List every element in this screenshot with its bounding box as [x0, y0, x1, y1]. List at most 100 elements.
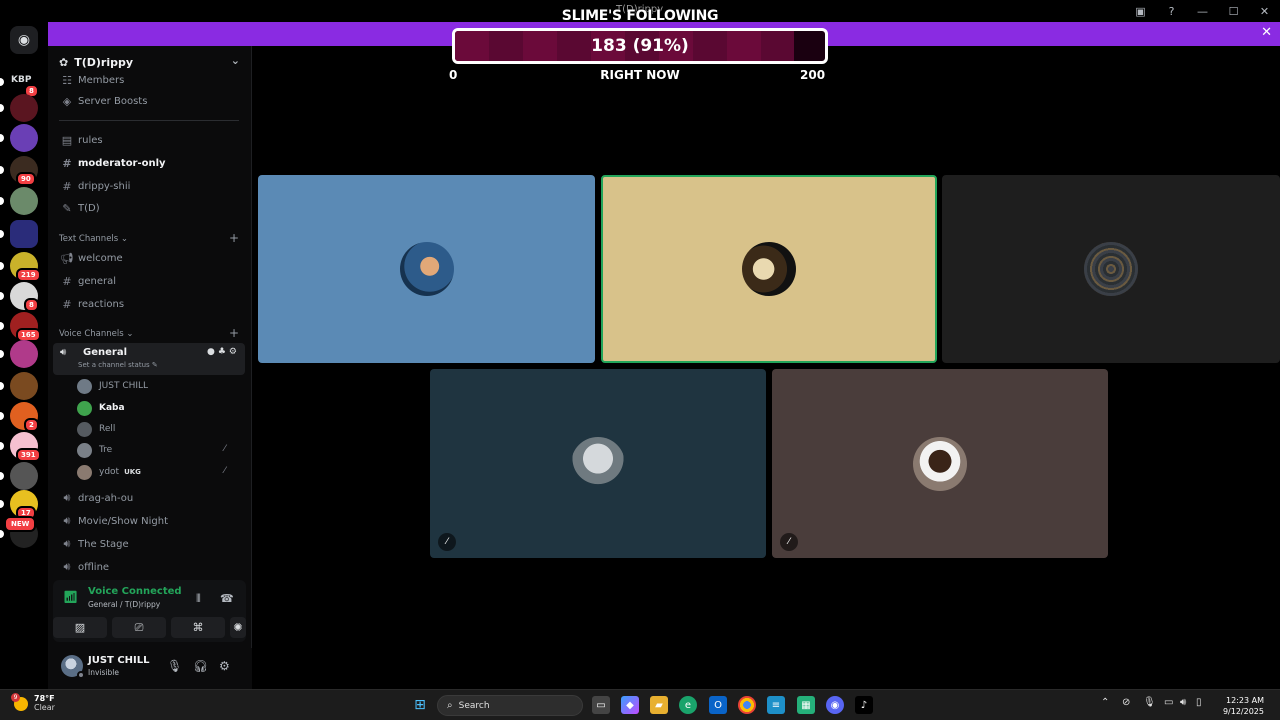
- system-clock[interactable]: 12:23 AM 9/12/2025: [1214, 695, 1264, 717]
- tiktok-icon[interactable]: ♪: [855, 696, 873, 714]
- gear-icon[interactable]: ⚙: [229, 347, 240, 357]
- edge-icon[interactable]: e: [679, 696, 697, 714]
- app-icon[interactable]: ▦: [797, 696, 815, 714]
- disconnect-icon[interactable]: ☎: [220, 592, 234, 605]
- server-badge: 219: [16, 268, 41, 282]
- discord-home-icon[interactable]: ◉: [10, 26, 38, 54]
- activities-button[interactable]: ⌘: [171, 617, 225, 638]
- unread-indicator: [0, 500, 4, 508]
- channel-rules[interactable]: ▤ rules: [53, 130, 245, 150]
- speaker-icon: 🔊︎: [63, 537, 71, 550]
- banner-close-icon[interactable]: ✕: [1261, 25, 1272, 40]
- avatar: [77, 400, 92, 416]
- inbox-icon[interactable]: ▣: [1125, 2, 1156, 20]
- chevron-down-icon[interactable]: ⌄: [231, 54, 240, 67]
- tile-user-5[interactable]: ⁄: [772, 369, 1108, 558]
- member-name: Tre: [99, 445, 113, 455]
- voice-member[interactable]: Kaba: [77, 398, 125, 418]
- channel-welcome[interactable]: 📢︎ welcome: [53, 248, 245, 268]
- sidebar-item-members[interactable]: ☷ Members: [53, 70, 245, 90]
- channel-moderator-only[interactable]: # moderator-only: [53, 153, 245, 173]
- server-icon[interactable]: [10, 94, 38, 122]
- voice-connected-subtitle[interactable]: General / T(D)rippy: [88, 600, 160, 609]
- battery-icon[interactable]: ▯: [1196, 697, 1202, 708]
- category-label: Voice Channels: [59, 329, 124, 339]
- server-icon[interactable]: [10, 462, 38, 490]
- close-window-button[interactable]: ✕: [1249, 2, 1280, 20]
- member-name: ydot: [99, 467, 120, 477]
- server-icon[interactable]: [10, 372, 38, 400]
- category-text-channels[interactable]: Text Channels ⌄: [59, 234, 128, 244]
- soundboard-button[interactable]: ✺: [230, 617, 246, 638]
- channel-label: moderator-only: [78, 157, 166, 169]
- voice-member[interactable]: Tre: [77, 440, 112, 460]
- camera-off-button[interactable]: ▨: [53, 617, 107, 638]
- tile-user-2[interactable]: [601, 175, 937, 363]
- unread-indicator: [0, 134, 4, 142]
- help-icon[interactable]: ?: [1156, 2, 1187, 20]
- server-icon[interactable]: [10, 187, 38, 215]
- microphone-icon[interactable]: 🎙︎: [167, 659, 182, 673]
- copilot-icon[interactable]: ◆: [621, 696, 639, 714]
- category-voice-channels[interactable]: Voice Channels ⌄: [59, 329, 133, 339]
- outlook-icon[interactable]: O: [709, 696, 727, 714]
- voice-channel[interactable]: 🔊︎ Movie/Show Night: [53, 511, 245, 531]
- start-icon[interactable]: ⊞: [411, 696, 429, 714]
- gear-icon[interactable]: ⚙: [219, 659, 230, 673]
- tile-user-3[interactable]: [942, 175, 1280, 363]
- network-off-icon[interactable]: ⊘: [1122, 697, 1130, 708]
- chrome-icon[interactable]: [738, 696, 756, 714]
- voice-member[interactable]: Rell: [77, 419, 115, 439]
- gamepad-icon: ⌘: [192, 621, 204, 634]
- sidebar-item-server-boosts[interactable]: ◈ Server Boosts: [53, 91, 245, 111]
- signal-icon[interactable]: 📶︎: [63, 590, 78, 604]
- maximize-button[interactable]: ☐: [1218, 2, 1249, 20]
- server-icon[interactable]: [10, 340, 38, 368]
- pencil-icon: ✎: [151, 361, 158, 369]
- chevron-up-icon[interactable]: ⌃: [1101, 697, 1109, 708]
- headphones-icon[interactable]: 🎧︎: [193, 659, 208, 673]
- microphone-icon[interactable]: 🎙︎: [1143, 697, 1156, 708]
- channel-td[interactable]: ✎ T(D): [53, 198, 245, 218]
- screen-share-button[interactable]: ⎚: [112, 617, 166, 638]
- chat-icon[interactable]: ●: [207, 347, 218, 357]
- follower-goal-count: 183 (91%): [591, 36, 689, 56]
- channel-reactions[interactable]: # reactions: [53, 294, 245, 314]
- noise-suppression-icon[interactable]: ⦀: [196, 592, 201, 606]
- voice-channel[interactable]: 🔊︎ The Stage: [53, 534, 245, 554]
- voice-connected-title[interactable]: Voice Connected: [88, 586, 182, 597]
- user-name[interactable]: JUST CHILL: [88, 655, 150, 666]
- volume-icon[interactable]: 🔊︎: [1180, 697, 1186, 708]
- taskbar-search[interactable]: ⌕ Search: [437, 695, 583, 716]
- channel-label: offline: [78, 561, 110, 573]
- file-explorer-icon[interactable]: ▰: [650, 696, 668, 714]
- server-icon[interactable]: [10, 220, 38, 248]
- speaker-icon: 🔊︎: [60, 347, 67, 358]
- channel-label: drippy-shii: [78, 180, 131, 192]
- voice-channel[interactable]: 🔊︎ offline: [53, 557, 245, 577]
- display-icon[interactable]: ▭: [1164, 697, 1173, 708]
- tile-user-1[interactable]: [258, 175, 595, 363]
- voice-member[interactable]: JUST CHILL: [77, 376, 148, 396]
- channel-status-link[interactable]: Set a channel status ✎: [78, 361, 158, 369]
- channel-label: welcome: [78, 252, 123, 264]
- minimize-button[interactable]: —: [1187, 2, 1218, 20]
- server-icon[interactable]: [10, 124, 38, 152]
- add-channel-icon[interactable]: +: [229, 326, 239, 340]
- channel-general-text[interactable]: # general: [53, 271, 245, 291]
- voice-member[interactable]: ydot UKG: [77, 462, 141, 482]
- discord-taskbar-icon[interactable]: ◉: [826, 696, 844, 714]
- notepad-icon[interactable]: ≡: [767, 696, 785, 714]
- voice-channel[interactable]: 🔊︎ drag-ah-ou: [53, 488, 245, 508]
- chevron-down-icon: ⌄: [126, 329, 134, 339]
- channel-drippy-shii[interactable]: # drippy-shii: [53, 176, 245, 196]
- server-badge: 2: [24, 418, 39, 432]
- add-channel-icon[interactable]: +: [229, 231, 239, 245]
- weather-widget[interactable]: 9 78°F Clear: [11, 692, 55, 713]
- task-view-icon[interactable]: ▭: [592, 696, 610, 714]
- tile-user-4[interactable]: ⁄: [430, 369, 766, 558]
- invite-icon[interactable]: ♣: [218, 347, 229, 357]
- server-badge: 90: [16, 172, 36, 186]
- server-rail: ◉ KBP 8 90 219 8 165 2 391 17 NEW: [0, 22, 48, 689]
- voice-channel-general[interactable]: 🔊︎ General Set a channel status ✎ ●♣⚙: [53, 343, 245, 375]
